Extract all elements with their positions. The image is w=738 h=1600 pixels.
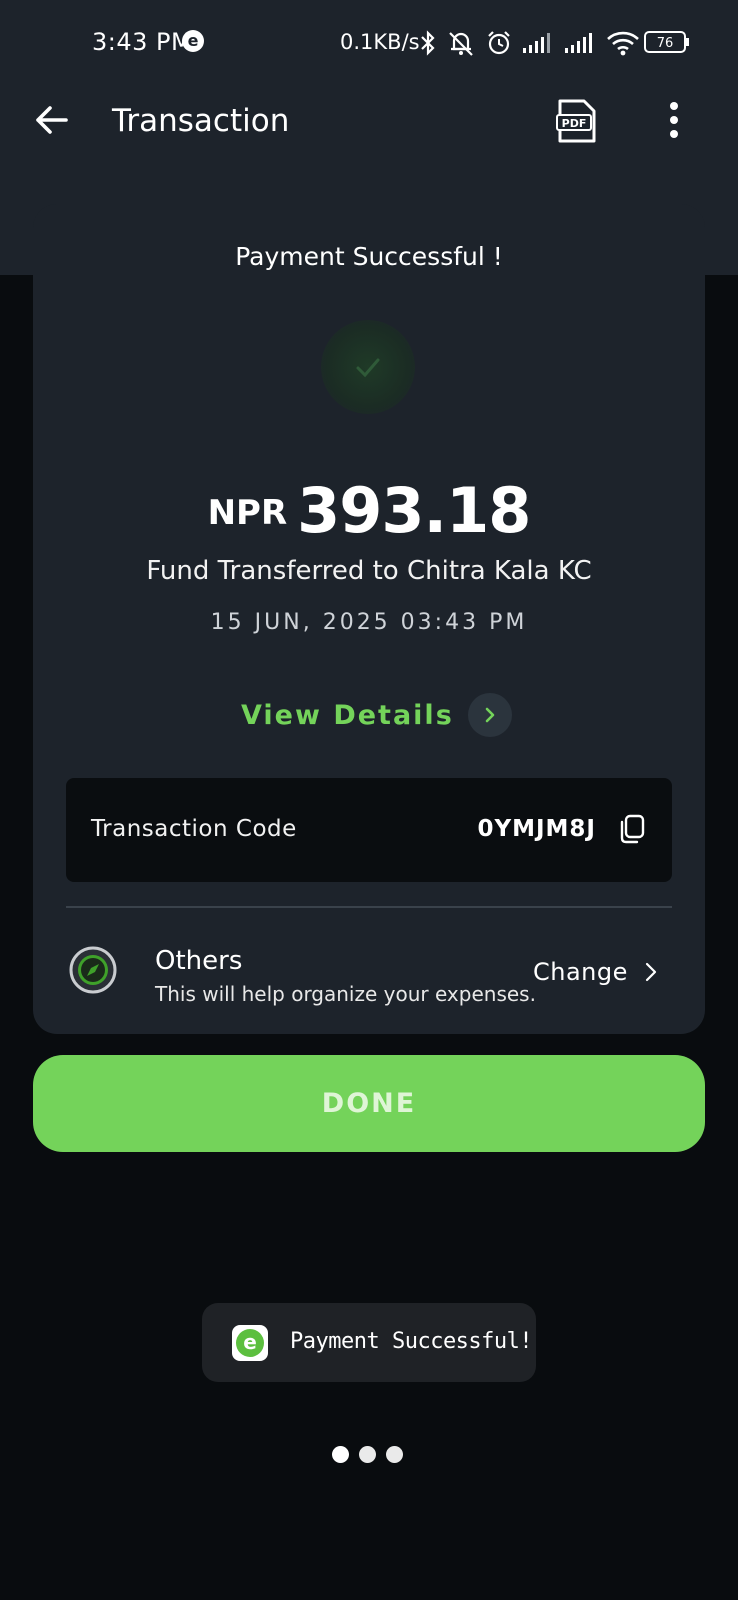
battery-level: 76 <box>657 36 674 51</box>
transaction-datetime: 15 JUN, 2025 03:43 PM <box>210 610 528 635</box>
change-category-button[interactable]: Change <box>533 958 658 986</box>
view-details-link[interactable]: View Details <box>241 692 512 738</box>
chevron-right-icon <box>467 693 512 737</box>
done-button[interactable]: DONE <box>33 1055 705 1152</box>
toast-notification: e Payment Successful! <box>202 1303 536 1382</box>
pdf-label: PDF <box>562 117 587 130</box>
page-dot <box>359 1446 376 1463</box>
app-logo-icon: e <box>232 1325 268 1361</box>
battery-icon: 76 <box>644 31 689 53</box>
success-check-icon <box>321 320 415 414</box>
transaction-code-label: Transaction Code <box>91 816 297 842</box>
network-speed: 0.1KB/s <box>340 30 420 54</box>
receipt-card: Payment Successful ! NPR 393.18 Fund Tran… <box>33 204 705 1034</box>
category-subtitle: This will help organize your expenses. <box>155 982 536 1006</box>
amount-value: 393.18 <box>297 474 531 547</box>
copy-icon[interactable] <box>618 814 646 844</box>
signal-icon-sim2 <box>565 33 592 53</box>
transfer-description: Fund Transferred to Chitra Kala KC <box>146 556 592 586</box>
pdf-download-icon[interactable]: PDF <box>554 98 598 144</box>
signal-icon-sim1 <box>523 33 550 53</box>
view-details-label: View Details <box>241 699 454 731</box>
page-indicator <box>332 1446 403 1463</box>
status-icons <box>420 28 640 58</box>
page-dot <box>386 1446 403 1463</box>
silent-bell-icon <box>449 32 473 56</box>
change-label: Change <box>533 958 628 986</box>
amount-row: NPR 393.18 <box>33 474 705 547</box>
page-dot <box>332 1446 349 1463</box>
wifi-icon <box>607 31 639 56</box>
transaction-code-value: 0YMJM8J <box>477 816 596 842</box>
divider <box>66 906 672 908</box>
back-arrow-icon[interactable] <box>32 100 72 140</box>
toast-message: Payment Successful! <box>290 1329 533 1354</box>
bluetooth-icon <box>421 30 435 56</box>
page-title: Transaction <box>112 103 290 139</box>
chevron-right-icon <box>645 962 656 982</box>
app-badge-icon: e <box>182 30 204 52</box>
category-title: Others <box>155 946 243 976</box>
app-logo-letter: e <box>236 1329 264 1357</box>
status-time: 3:43 PM <box>92 28 193 56</box>
alarm-icon <box>488 31 510 55</box>
amount-currency: NPR <box>207 493 288 533</box>
payment-status-heading: Payment Successful ! <box>235 242 503 271</box>
transaction-code-box: Transaction Code 0YMJM8J <box>66 778 672 882</box>
status-bar: 3:43 PM e 0.1KB/s 76 <box>0 0 738 72</box>
more-options-icon[interactable] <box>656 100 692 140</box>
compass-icon <box>69 946 117 994</box>
